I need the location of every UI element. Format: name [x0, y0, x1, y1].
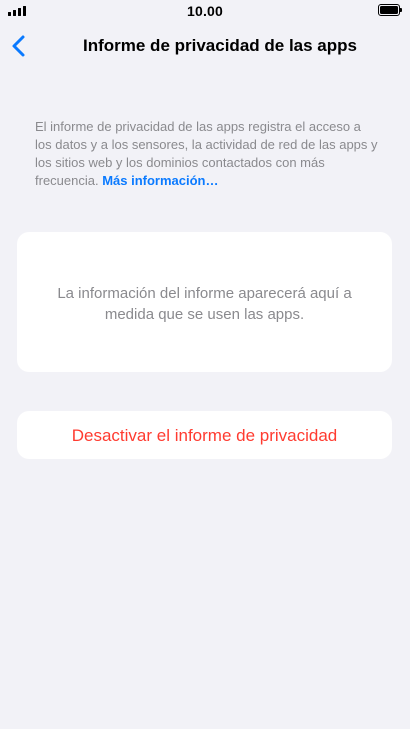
more-info-link[interactable]: Más información…	[102, 173, 218, 188]
page-title: Informe de privacidad de las apps	[83, 36, 357, 55]
report-empty-message: La información del informe aparecerá aqu…	[57, 285, 352, 323]
disable-report-button[interactable]: Desactivar el informe de privacidad	[17, 411, 392, 459]
chevron-left-icon	[12, 35, 25, 57]
disable-report-label: Desactivar el informe de privacidad	[71, 426, 338, 445]
privacy-report-description: El informe de privacidad de las apps reg…	[35, 118, 380, 190]
back-button[interactable]	[4, 30, 36, 62]
report-info-card: La información del informe aparecerá aqu…	[17, 232, 392, 372]
status-bar: 10.00	[0, 0, 410, 22]
status-time: 10.00	[186, 3, 224, 19]
navigation-bar: Informe de privacidad de las apps	[0, 22, 410, 70]
battery-icon	[378, 4, 402, 16]
